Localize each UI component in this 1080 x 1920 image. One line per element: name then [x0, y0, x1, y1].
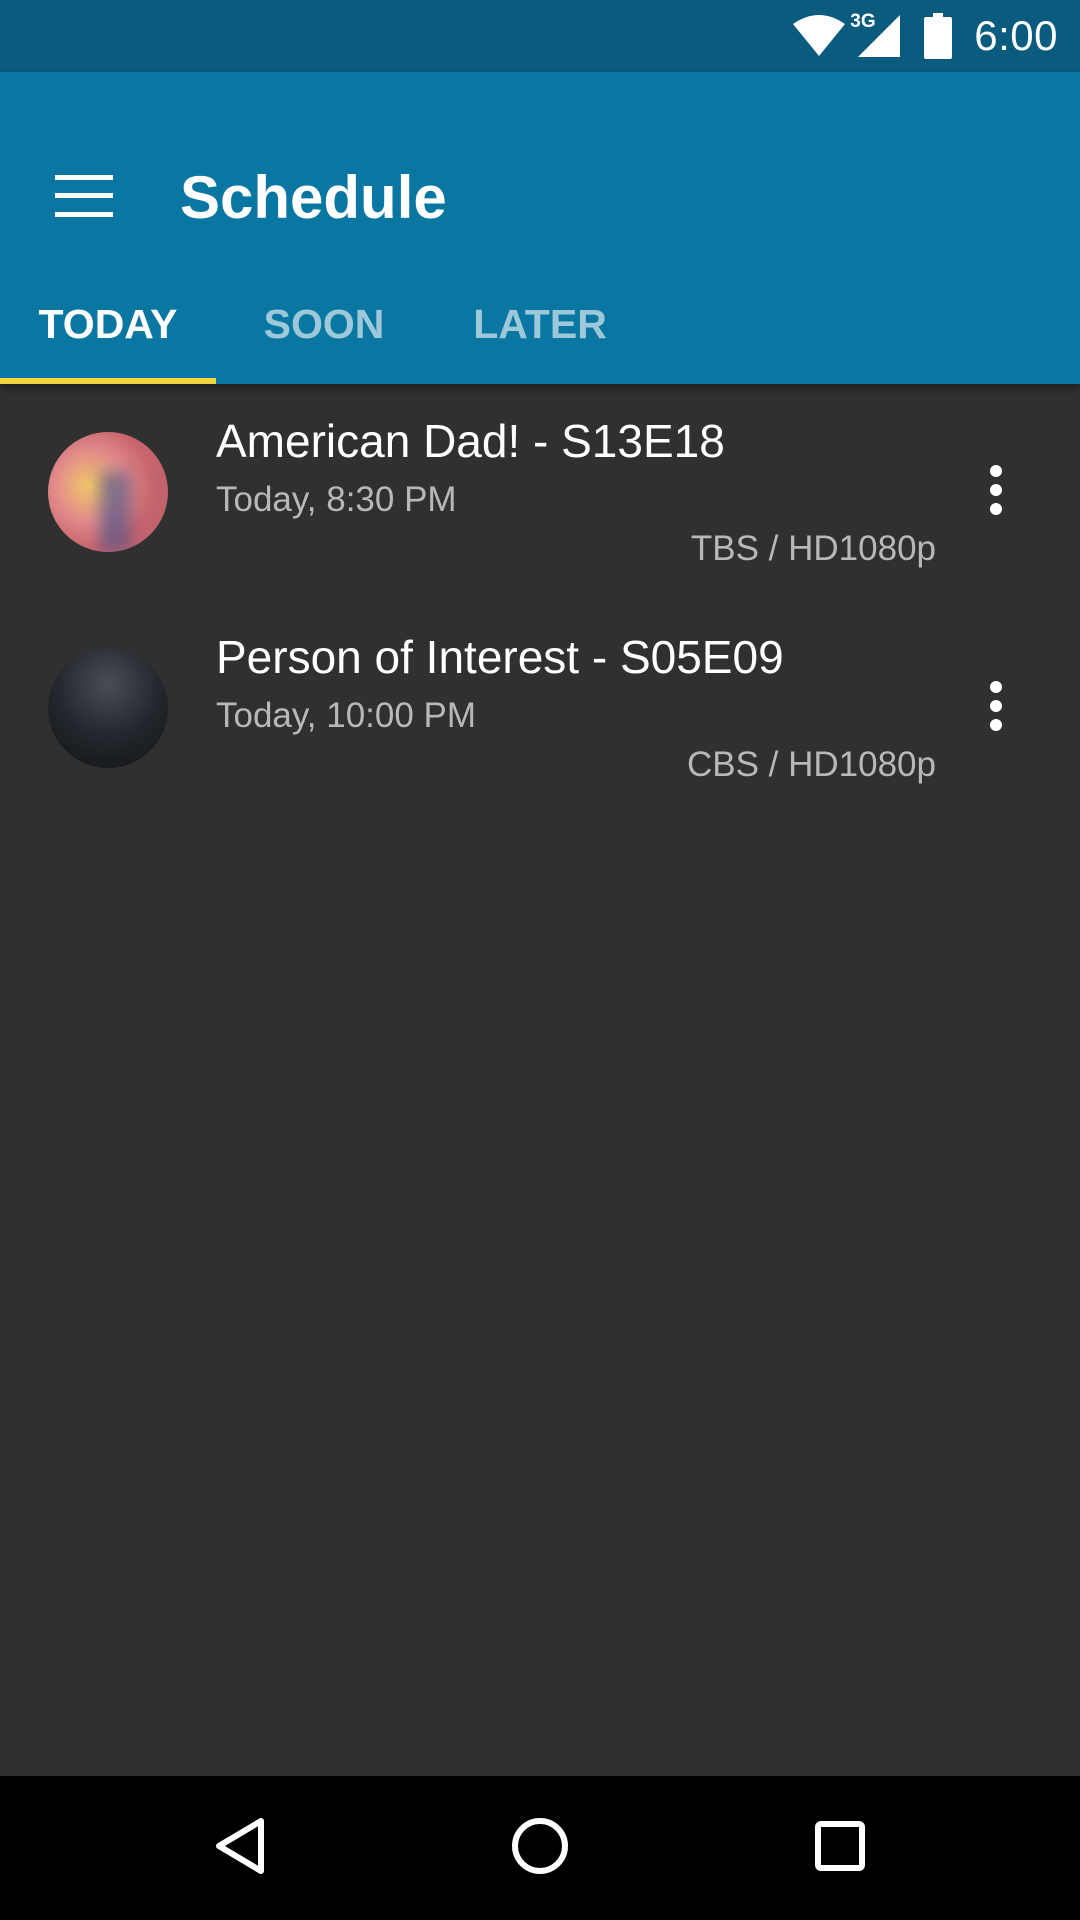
episode-airtime: Today, 10:00 PM: [216, 696, 477, 735]
menu-icon: [55, 174, 113, 222]
episode-airtime: Today, 8:30 PM: [216, 480, 457, 519]
network-type-label: 3G: [850, 11, 876, 32]
home-button[interactable]: [450, 1776, 630, 1920]
tab-soon[interactable]: SOON: [216, 264, 432, 384]
status-clock: 6:00: [974, 12, 1058, 59]
battery-icon: [924, 13, 953, 59]
recents-button[interactable]: [750, 1776, 930, 1920]
episode-menu-button[interactable]: [960, 444, 1032, 540]
tab-bar: TODAY SOON LATER: [0, 264, 648, 384]
wifi-icon: [792, 14, 846, 58]
episode-menu-button[interactable]: [960, 660, 1032, 756]
tab-later[interactable]: LATER: [432, 264, 648, 384]
more-vert-icon: [989, 464, 1003, 521]
back-icon: [213, 1816, 267, 1881]
status-bar: 3G 6:00: [0, 0, 1080, 72]
episode-network: CBS / HD1080p: [686, 745, 936, 784]
tab-today-label: TODAY: [38, 300, 178, 347]
menu-button[interactable]: [30, 156, 138, 240]
list-item[interactable]: American Dad! - S13E18 Today, 8:30 PM TB…: [0, 384, 1080, 600]
page-title: Schedule: [180, 164, 447, 231]
tab-today[interactable]: TODAY: [0, 264, 216, 384]
cell-signal-icon: 3G: [850, 11, 902, 59]
status-icons: 3G 6:00: [792, 0, 1058, 72]
screen: 3G 6:00 Schedule TODAY SOON LATER Americ…: [0, 0, 1080, 1920]
episode-network: TBS / HD1080p: [690, 529, 936, 568]
list-item[interactable]: Person of Interest - S05E09 Today, 10:00…: [0, 600, 1080, 816]
system-nav-bar: [0, 1776, 1080, 1920]
recents-icon: [814, 1820, 866, 1877]
app-bar: Schedule TODAY SOON LATER: [0, 72, 1080, 384]
show-poster-avatar: [48, 648, 168, 768]
episode-title: American Dad! - S13E18: [216, 415, 725, 467]
more-vert-icon: [989, 680, 1003, 737]
show-poster-avatar: [48, 432, 168, 552]
home-icon: [510, 1816, 570, 1881]
tab-later-label: LATER: [473, 300, 607, 347]
episode-list: American Dad! - S13E18 Today, 8:30 PM TB…: [0, 384, 1080, 816]
back-button[interactable]: [150, 1776, 330, 1920]
episode-title: Person of Interest - S05E09: [216, 631, 784, 683]
tab-soon-label: SOON: [263, 300, 385, 347]
